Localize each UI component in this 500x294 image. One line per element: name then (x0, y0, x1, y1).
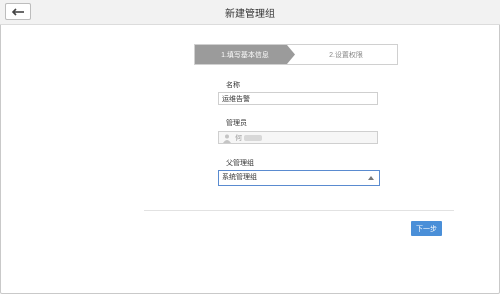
redacted-mark (244, 135, 262, 142)
admin-label: 管理员 (226, 120, 247, 127)
parent-group-select[interactable]: 系统管理组 (218, 170, 380, 186)
next-button[interactable]: 下一步 (411, 221, 442, 236)
admin-name: 何 (235, 132, 262, 145)
caret-up-icon (368, 176, 374, 180)
user-icon (223, 134, 231, 143)
divider (144, 210, 454, 211)
name-input[interactable]: 运维告警 (218, 92, 378, 105)
parent-group-label: 父管理组 (226, 160, 254, 167)
name-label: 名称 (226, 82, 240, 89)
step-basic-info[interactable]: 1.填写基本信息 (195, 45, 295, 64)
admin-field[interactable]: 何 (218, 131, 378, 144)
header-bar: 新建管理组 (0, 0, 500, 25)
step-permissions[interactable]: 2.设置权限 (295, 45, 397, 64)
page-title: 新建管理组 (225, 9, 275, 20)
parent-group-value: 系统管理组 (222, 174, 257, 181)
admin-name-text: 何 (235, 135, 242, 142)
step-indicator: 1.填写基本信息 2.设置权限 (194, 44, 398, 65)
